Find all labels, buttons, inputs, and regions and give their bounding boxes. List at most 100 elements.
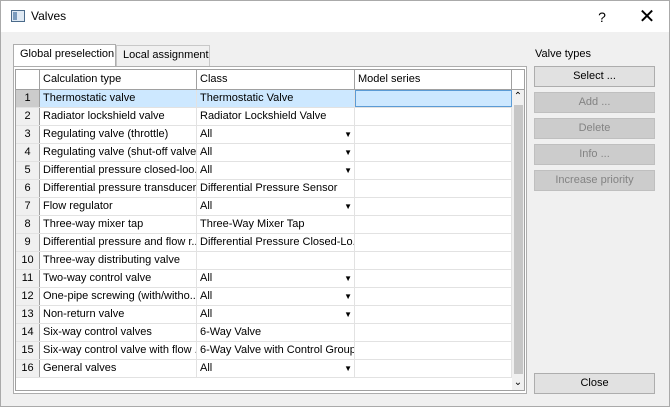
vertical-scrollbar[interactable]: ⌃ ⌄ (512, 90, 524, 390)
class-cell[interactable]: All ▼ (197, 360, 355, 377)
class-cell[interactable]: 6-Way Valve (197, 324, 355, 341)
class-cell-text: Three-Way Mixer Tap (200, 218, 305, 230)
dropdown-arrow-icon[interactable]: ▼ (344, 360, 352, 377)
class-cell[interactable]: All ▼ (197, 306, 355, 323)
dropdown-arrow-icon[interactable]: ▼ (344, 144, 352, 161)
calculation-type-cell[interactable]: Regulating valve (throttle) (40, 126, 197, 143)
model-series-cell[interactable] (355, 270, 512, 287)
table-row[interactable]: 6 Differential pressure transducer Differe… (16, 180, 512, 198)
table-row[interactable]: 11 Two-way control valve All ▼ (16, 270, 512, 288)
class-cell[interactable] (197, 252, 355, 269)
header-class[interactable]: Class (197, 70, 355, 89)
close-button[interactable]: Close (534, 373, 655, 394)
table-row[interactable]: 8 Three-way mixer tap Three-Way Mixer Tap (16, 216, 512, 234)
help-button[interactable]: ? (585, 5, 619, 29)
calculation-type-cell[interactable]: Two-way control valve (40, 270, 197, 287)
add-button[interactable]: Add ... (534, 92, 655, 113)
scroll-thumb[interactable] (514, 105, 523, 374)
calculation-type-cell[interactable]: Flow regulator (40, 198, 197, 215)
scroll-up-icon[interactable]: ⌃ (512, 90, 524, 104)
class-cell-text: Differential Pressure Closed-Lo... (200, 236, 355, 248)
model-series-cell[interactable] (355, 360, 512, 377)
model-series-cell[interactable] (355, 162, 512, 179)
class-cell[interactable]: All ▼ (197, 288, 355, 305)
row-number-text: 16 (21, 362, 34, 374)
calculation-type-cell[interactable]: Regulating valve (shut-off valve) (40, 144, 197, 161)
class-cell[interactable]: All ▼ (197, 144, 355, 161)
model-series-cell[interactable] (355, 198, 512, 215)
class-cell[interactable]: Differential Pressure Sensor (197, 180, 355, 197)
class-cell[interactable]: All ▼ (197, 126, 355, 143)
model-series-cell[interactable] (355, 90, 512, 107)
increase-priority-button[interactable]: Increase priority (534, 170, 655, 191)
calculation-type-cell[interactable]: General valves (40, 360, 197, 377)
dropdown-arrow-icon[interactable]: ▼ (344, 198, 352, 215)
calculation-type-cell[interactable]: Six-way control valve with flow ... (40, 342, 197, 359)
calculation-type-cell[interactable]: Three-way mixer tap (40, 216, 197, 233)
header-calculation-type[interactable]: Calculation type (40, 70, 197, 89)
class-cell[interactable]: Three-Way Mixer Tap (197, 216, 355, 233)
model-series-cell[interactable] (355, 180, 512, 197)
class-cell[interactable]: Differential Pressure Closed-Lo... (197, 234, 355, 251)
row-number-text: 3 (24, 128, 31, 140)
row-number: 1 (16, 90, 40, 107)
scroll-down-icon[interactable]: ⌄ (512, 376, 524, 390)
header-model-series[interactable]: Model series (355, 70, 512, 89)
calculation-type-cell-text: Two-way control valve (43, 272, 152, 284)
table-row[interactable]: 12 One-pipe screwing (with/witho... All ▼ (16, 288, 512, 306)
delete-button[interactable]: Delete (534, 118, 655, 139)
tab-global-preselection[interactable]: Global preselection (13, 44, 116, 67)
dropdown-arrow-icon[interactable]: ▼ (344, 270, 352, 287)
model-series-cell[interactable] (355, 234, 512, 251)
tab-local-assignment[interactable]: Local assignment (116, 45, 210, 67)
calculation-type-cell[interactable]: Differential pressure closed-loo... (40, 162, 197, 179)
model-series-cell[interactable] (355, 324, 512, 341)
calculation-type-cell-text: Six-way control valve with flow ... (43, 344, 197, 356)
calculation-type-cell[interactable]: Differential pressure and flow r... (40, 234, 197, 251)
row-number: 15 (16, 342, 40, 359)
table-row[interactable]: 14 Six-way control valves 6-Way Valve (16, 324, 512, 342)
dropdown-arrow-icon[interactable]: ▼ (344, 162, 352, 179)
table-row[interactable]: 16 General valves All ▼ (16, 360, 512, 378)
class-cell-text: All (200, 146, 213, 158)
model-series-cell[interactable] (355, 216, 512, 233)
table-row[interactable]: 4 Regulating valve (shut-off valve) All ▼ (16, 144, 512, 162)
calculation-type-cell[interactable]: Three-way distributing valve (40, 252, 197, 269)
class-cell[interactable]: All ▼ (197, 270, 355, 287)
table-row[interactable]: 13 Non-return valve All ▼ (16, 306, 512, 324)
calculation-type-cell[interactable]: Thermostatic valve (40, 90, 197, 107)
model-series-cell[interactable] (355, 342, 512, 359)
calculation-type-cell[interactable]: Radiator lockshield valve (40, 108, 197, 125)
info-button[interactable]: Info ... (534, 144, 655, 165)
table-row[interactable]: 2 Radiator lockshield valve Radiator Locks… (16, 108, 512, 126)
class-cell[interactable]: Radiator Lockshield Valve (197, 108, 355, 125)
dropdown-arrow-icon[interactable]: ▼ (344, 126, 352, 143)
select-button[interactable]: Select ... (534, 66, 655, 87)
table-row[interactable]: 9 Differential pressure and flow r... Diff… (16, 234, 512, 252)
class-cell[interactable]: 6-Way Valve with Control Group (197, 342, 355, 359)
table-row[interactable]: 10 Three-way distributing valve (16, 252, 512, 270)
table-row[interactable]: 7 Flow regulator All ▼ (16, 198, 512, 216)
table-row[interactable]: 15 Six-way control valve with flow ... 6-W… (16, 342, 512, 360)
class-cell[interactable]: All ▼ (197, 162, 355, 179)
class-cell[interactable]: All ▼ (197, 198, 355, 215)
row-number-text: 8 (24, 218, 31, 230)
model-series-cell[interactable] (355, 252, 512, 269)
table-row[interactable]: 3 Regulating valve (throttle) All ▼ (16, 126, 512, 144)
calculation-type-cell[interactable]: Six-way control valves (40, 324, 197, 341)
calculation-type-cell[interactable]: Differential pressure transducer (40, 180, 197, 197)
model-series-cell[interactable] (355, 144, 512, 161)
calculation-type-cell[interactable]: One-pipe screwing (with/witho... (40, 288, 197, 305)
model-series-cell[interactable] (355, 108, 512, 125)
dropdown-arrow-icon[interactable]: ▼ (344, 306, 352, 323)
table-row[interactable]: 1 Thermostatic valve Thermostatic Valve (16, 90, 512, 108)
model-series-cell[interactable] (355, 126, 512, 143)
table-row[interactable]: 5 Differential pressure closed-loo... All ▼ (16, 162, 512, 180)
row-number: 5 (16, 162, 40, 179)
dropdown-arrow-icon[interactable]: ▼ (344, 288, 352, 305)
model-series-cell[interactable] (355, 288, 512, 305)
model-series-cell[interactable] (355, 306, 512, 323)
close-window-button[interactable]: ✕ (627, 5, 667, 29)
class-cell[interactable]: Thermostatic Valve (197, 90, 355, 107)
calculation-type-cell[interactable]: Non-return valve (40, 306, 197, 323)
